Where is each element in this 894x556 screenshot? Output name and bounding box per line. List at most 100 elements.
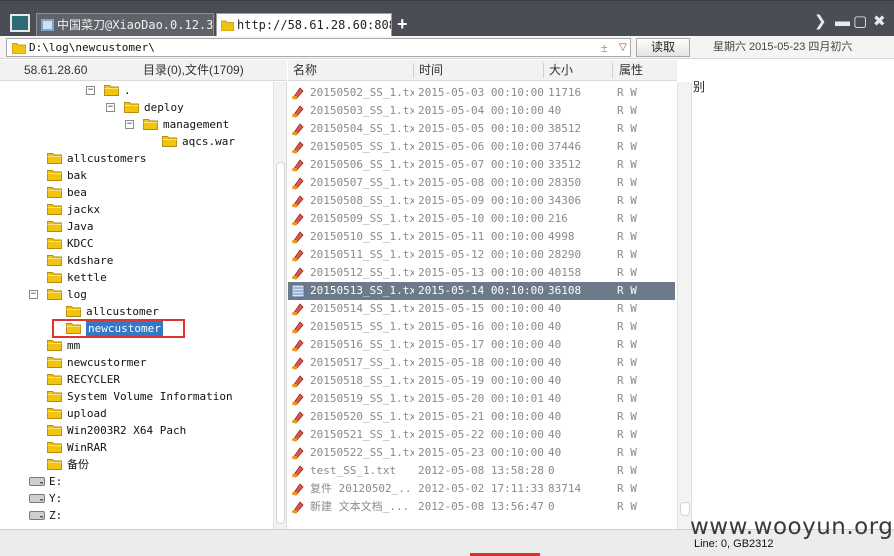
tree-item-label: allcustomer [86,305,159,318]
maximize-button[interactable]: ▢ [853,13,867,31]
text-file-icon [292,375,304,388]
file-size: 40 [548,320,562,333]
file-attr: R W [617,500,637,513]
tree-item-label: bak [67,169,87,182]
file-row[interactable]: 20150504_SS_1.txt 2015-05-05 00:10:00 3851… [288,120,675,138]
file-row[interactable]: 复件 20120502_... 2012-05-02 17:11:33 83714 R… [288,480,675,498]
tree-expander-icon[interactable]: − [125,120,134,129]
file-size: 83714 [548,482,582,495]
preview-text: 别 [693,80,706,94]
file-row[interactable]: 20150503_SS_1.txt 2015-05-04 00:10:00 40 R … [288,102,675,120]
file-row[interactable]: 新建 文本文档_... 2012-05-08 13:56:47 0 R W [288,498,675,516]
bookmark-icon[interactable]: ± [601,40,608,56]
column-size[interactable]: 大小 [549,60,573,80]
file-time: 2015-05-19 00:10:00 [418,374,544,387]
file-size: 36108 [548,284,582,297]
file-row[interactable]: 20150517_SS_1.txt 2015-05-18 00:10:00 40 R … [288,354,675,372]
file-name: 20150518_SS_1.txt [310,374,414,387]
file-name: 20150511_SS_1.txt [310,248,414,261]
tree-expander-icon[interactable]: − [86,86,95,95]
file-attr: R W [617,302,637,315]
chevron-down-icon[interactable]: ▽ [619,40,627,56]
file-name: 20150505_SS_1.txt [310,140,414,153]
file-time: 2015-05-08 00:10:00 [418,176,544,189]
tab-caidao[interactable]: 中国菜刀@XiaoDao.0.12.30 [36,13,214,37]
column-attr[interactable]: 属性 [619,60,643,80]
app-menu-icon[interactable] [10,14,30,32]
file-name: 20150519_SS_1.txt [310,392,414,405]
file-time: 2015-05-23 00:10:00 [418,446,544,459]
column-time[interactable]: 时间 [419,60,443,80]
file-list-scrollbar[interactable] [677,82,692,529]
file-row[interactable]: 20150508_SS_1.txt 2015-05-09 00:10:00 3430… [288,192,675,210]
file-list: 20150502_SS_1.txt 2015-05-03 00:10:00 1171… [288,82,677,529]
file-preview-panel[interactable]: 别 [693,60,894,529]
tab-caidao-label: 中国菜刀@XiaoDao.0.12.30 [57,18,214,32]
folder-icon [47,255,62,266]
file-row[interactable]: 20150514_SS_1.txt 2015-05-15 00:10:00 40 R … [288,300,675,318]
new-tab-button[interactable]: + [397,14,408,34]
folder-icon [221,20,234,31]
read-button[interactable]: 读取 [636,38,690,57]
file-size: 40 [548,392,562,405]
file-time: 2015-05-18 00:10:00 [418,356,544,369]
folder-icon [47,238,62,249]
file-time: 2015-05-16 00:10:00 [418,320,544,333]
file-row[interactable]: 20150505_SS_1.txt 2015-05-06 00:10:00 3744… [288,138,675,156]
file-row[interactable]: 20150502_SS_1.txt 2015-05-03 00:10:00 1171… [288,84,675,102]
file-time: 2015-05-21 00:10:00 [418,410,544,423]
file-time: 2015-05-14 00:10:00 [418,284,544,297]
tree-expander-icon[interactable]: − [106,103,115,112]
file-name: 20150504_SS_1.txt [310,122,414,135]
file-row[interactable]: 20150509_SS_1.txt 2015-05-10 00:10:00 216 R… [288,210,675,228]
drive-icon [29,477,45,486]
file-row[interactable]: 20150507_SS_1.txt 2015-05-08 00:10:00 2835… [288,174,675,192]
file-row[interactable]: 20150522_SS_1.txt 2015-05-23 00:10:00 40 R … [288,444,675,462]
file-row[interactable]: 20150515_SS_1.txt 2015-05-16 00:10:00 40 R … [288,318,675,336]
file-row[interactable]: 20150513_SS_1.txt 2015-05-14 00:10:00 3610… [288,282,675,300]
file-row[interactable]: 20150506_SS_1.txt 2015-05-07 00:10:00 3351… [288,156,675,174]
folder-icon [47,391,62,402]
text-file-icon [292,501,304,514]
tab-url[interactable]: http://58.61.28.60:808... [216,13,392,37]
text-file-icon [291,284,305,298]
column-divider[interactable] [543,63,544,78]
file-attr: R W [617,104,637,117]
file-size: 4998 [548,230,575,243]
minimize-button[interactable]: ▬ [835,13,850,31]
file-name: 20150510_SS_1.txt [310,230,414,243]
text-file-icon [292,177,304,190]
file-attr: R W [617,428,637,441]
tree-item-label: 备份 [67,458,89,471]
file-time: 2015-05-07 00:10:00 [418,158,544,171]
file-row[interactable]: 20150520_SS_1.txt 2015-05-21 00:10:00 40 R … [288,408,675,426]
folder-icon [47,153,62,164]
tree-item-label: WinRAR [67,441,107,454]
text-file-icon [292,213,304,226]
file-row[interactable]: 20150521_SS_1.txt 2015-05-22 00:10:00 40 R … [288,426,675,444]
text-file-icon [292,465,304,478]
file-size: 40 [548,338,562,351]
file-row[interactable]: 20150518_SS_1.txt 2015-05-19 00:10:00 40 R … [288,372,675,390]
file-row[interactable]: test_SS_1.txt 2012-05-08 13:58:28 0 R W [288,462,675,480]
column-name[interactable]: 名称 [293,60,317,80]
text-file-icon [292,339,304,352]
file-row[interactable]: 20150512_SS_1.txt 2015-05-13 00:10:00 4015… [288,264,675,282]
path-input[interactable]: D:\log\newcustomer\ ± ▽ [6,38,631,57]
file-row[interactable]: 20150519_SS_1.txt 2015-05-20 00:10:01 40 R … [288,390,675,408]
tree-scroll-thumb[interactable] [276,162,285,524]
file-size: 40 [548,410,562,423]
column-divider[interactable] [413,63,414,78]
file-time: 2015-05-22 00:10:00 [418,428,544,441]
file-list-scroll-thumb[interactable] [680,502,690,516]
file-row[interactable]: 20150511_SS_1.txt 2015-05-12 00:10:00 2829… [288,246,675,264]
file-size: 40158 [548,266,582,279]
file-row[interactable]: 20150516_SS_1.txt 2015-05-17 00:10:00 40 R … [288,336,675,354]
column-divider[interactable] [612,63,613,78]
file-row[interactable]: 20150510_SS_1.txt 2015-05-11 00:10:00 4998… [288,228,675,246]
chevron-right-icon[interactable]: ❯ [814,13,827,31]
tree-expander-icon[interactable]: − [29,290,38,299]
tree-item-label: management [163,118,230,131]
tree-scrollbar[interactable] [273,82,286,529]
close-button[interactable]: ✖ [873,13,886,31]
